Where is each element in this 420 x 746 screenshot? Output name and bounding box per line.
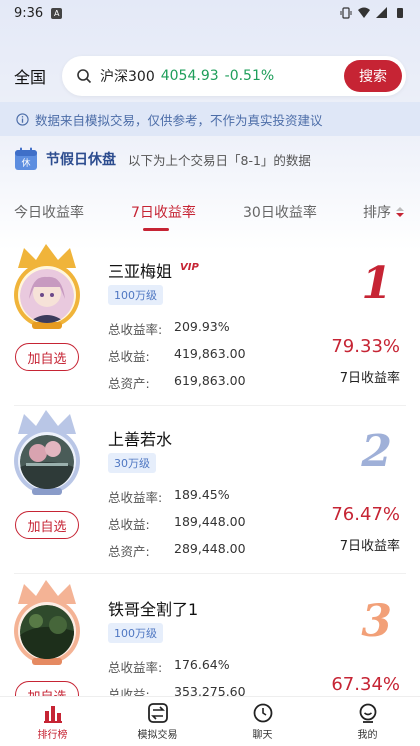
level-badge: 30万级 — [108, 453, 156, 473]
total-return-row: 总收益率: 176.64% — [108, 657, 230, 675]
holiday-desc: 以下为上个交易日「8-1」的数据 — [128, 152, 311, 168]
index-value: 4054.93 — [160, 68, 219, 84]
nav-sim-trade[interactable]: 模拟交易 — [105, 697, 210, 746]
total-return-value: 209.93% — [174, 319, 230, 334]
rank-number: 3 — [361, 596, 392, 647]
chat-icon — [253, 703, 272, 723]
add-watchlist-button[interactable]: 加自选 — [15, 681, 79, 696]
total-return-value: 176.64% — [174, 657, 230, 672]
nav-chat-label: 聊天 — [252, 730, 273, 741]
total-assets-value: 289,448.00 — [174, 541, 246, 556]
total-assets-row: 总资产: 619,863.00 — [108, 373, 246, 391]
user-avatar-image — [20, 605, 74, 659]
user-avatar-image — [20, 435, 74, 489]
total-profit-value: 419,863.00 — [174, 346, 246, 361]
nav-sim-trade-label: 模拟交易 — [137, 730, 178, 741]
search-row: 全国 沪深300 4054.93 -0.51% 搜索 — [0, 54, 420, 98]
battery-icon — [397, 8, 403, 18]
search-icon — [77, 69, 92, 84]
status-time: 9:36 — [14, 5, 44, 21]
bottom-navigation: 排行榜 模拟交易 聊天 我的 — [0, 696, 420, 746]
divider — [14, 573, 406, 574]
nav-ranking-label: 排行榜 — [37, 730, 68, 741]
status-bar: 9:36 A — [0, 0, 420, 26]
nav-chat[interactable]: 聊天 — [210, 697, 315, 746]
region-selector[interactable]: 全国 — [14, 64, 54, 88]
wifi-icon — [358, 7, 370, 18]
period-return-value: 67.34% — [331, 674, 400, 695]
disclaimer-banner: 数据来自模拟交易，仅供参考，不作为真实投资建议 — [0, 102, 420, 136]
search-button[interactable]: 搜索 — [344, 60, 402, 92]
list-item[interactable]: 加自选 铁哥全割了1 100万级 总收益率:176.64% 总收益:353,27… — [0, 576, 420, 696]
calendar-icon-label: 休 — [21, 157, 30, 169]
user-name: 铁哥全割了1 — [108, 600, 199, 619]
total-return-value: 189.45% — [174, 487, 230, 502]
info-icon — [16, 112, 29, 126]
total-assets-row: 总资产: 289,448.00 — [108, 541, 246, 559]
list-item[interactable]: 加自选 三亚梅姐 VIP 100万级 总收益率: 209.93% 总收益: 419,… — [0, 238, 420, 406]
add-watchlist-button[interactable]: 加自选 — [15, 343, 79, 371]
holiday-title: 节假日休盘 — [46, 152, 116, 168]
vip-badge: VIP — [180, 262, 199, 273]
disclaimer-text: 数据来自模拟交易，仅供参考，不作为真实投资建议 — [35, 112, 323, 128]
rank-number: 1 — [361, 258, 392, 309]
total-return-row: 总收益率: 209.93% — [108, 319, 230, 337]
total-profit-row: 总收益: 353,275.60 — [108, 684, 246, 696]
bar-chart-icon — [43, 706, 62, 723]
total-profit-value: 353,275.60 — [174, 684, 246, 696]
index-name: 沪深300 — [100, 69, 155, 85]
search-input[interactable]: 沪深300 4054.93 -0.51% 搜索 — [62, 56, 406, 96]
total-profit-row: 总收益: 189,448.00 — [108, 514, 246, 532]
user-name: 三亚梅姐 — [108, 262, 173, 281]
total-profit-row: 总收益: 419,863.00 — [108, 346, 246, 364]
calendar-icon: 休 — [15, 147, 37, 170]
list-item[interactable]: 加自选 上善若水 30万级 总收益率: 189.45% 总收益: 189,448.0… — [0, 406, 420, 574]
level-badge: 100万级 — [108, 285, 163, 305]
tab-7day-return[interactable]: 7日收益率 — [131, 202, 196, 222]
period-return-label: 7日收益率 — [339, 371, 400, 386]
add-watchlist-button[interactable]: 加自选 — [15, 511, 79, 539]
holiday-banner: 休 节假日休盘 以下为上个交易日「8-1」的数据 — [0, 138, 420, 180]
period-return-label: 7日收益率 — [339, 539, 400, 554]
period-return-value: 79.33% — [331, 336, 400, 357]
vibrate-icon — [340, 7, 352, 19]
avatar — [12, 410, 80, 495]
avatar — [12, 244, 80, 329]
nav-profile[interactable]: 我的 — [315, 697, 420, 746]
profile-icon — [359, 703, 376, 723]
total-return-row: 总收益率: 189.45% — [108, 487, 230, 505]
index-change: -0.51% — [224, 68, 275, 84]
level-badge: 100万级 — [108, 623, 163, 643]
sort-button[interactable]: 排序 — [363, 202, 405, 222]
user-avatar-image — [20, 269, 74, 323]
nav-profile-label: 我的 — [357, 730, 378, 741]
user-name: 上善若水 — [108, 430, 173, 449]
active-tab-indicator — [143, 228, 169, 231]
avatar — [12, 580, 80, 665]
signal-icon — [376, 7, 387, 18]
sort-label: 排序 — [363, 205, 391, 221]
total-assets-value: 619,863.00 — [174, 373, 246, 388]
notification-icon: A — [51, 7, 63, 19]
period-return-value: 76.47% — [331, 504, 400, 525]
tab-30day-return[interactable]: 30日收益率 — [243, 202, 317, 222]
sort-arrows-icon — [396, 207, 404, 217]
total-profit-value: 189,448.00 — [174, 514, 246, 529]
nav-ranking[interactable]: 排行榜 — [0, 697, 105, 746]
rank-number: 2 — [361, 426, 392, 477]
period-tabs: 今日收益率 7日收益率 30日收益率 排序 — [0, 196, 420, 231]
exchange-icon — [147, 703, 168, 723]
tab-today-return[interactable]: 今日收益率 — [14, 202, 84, 222]
